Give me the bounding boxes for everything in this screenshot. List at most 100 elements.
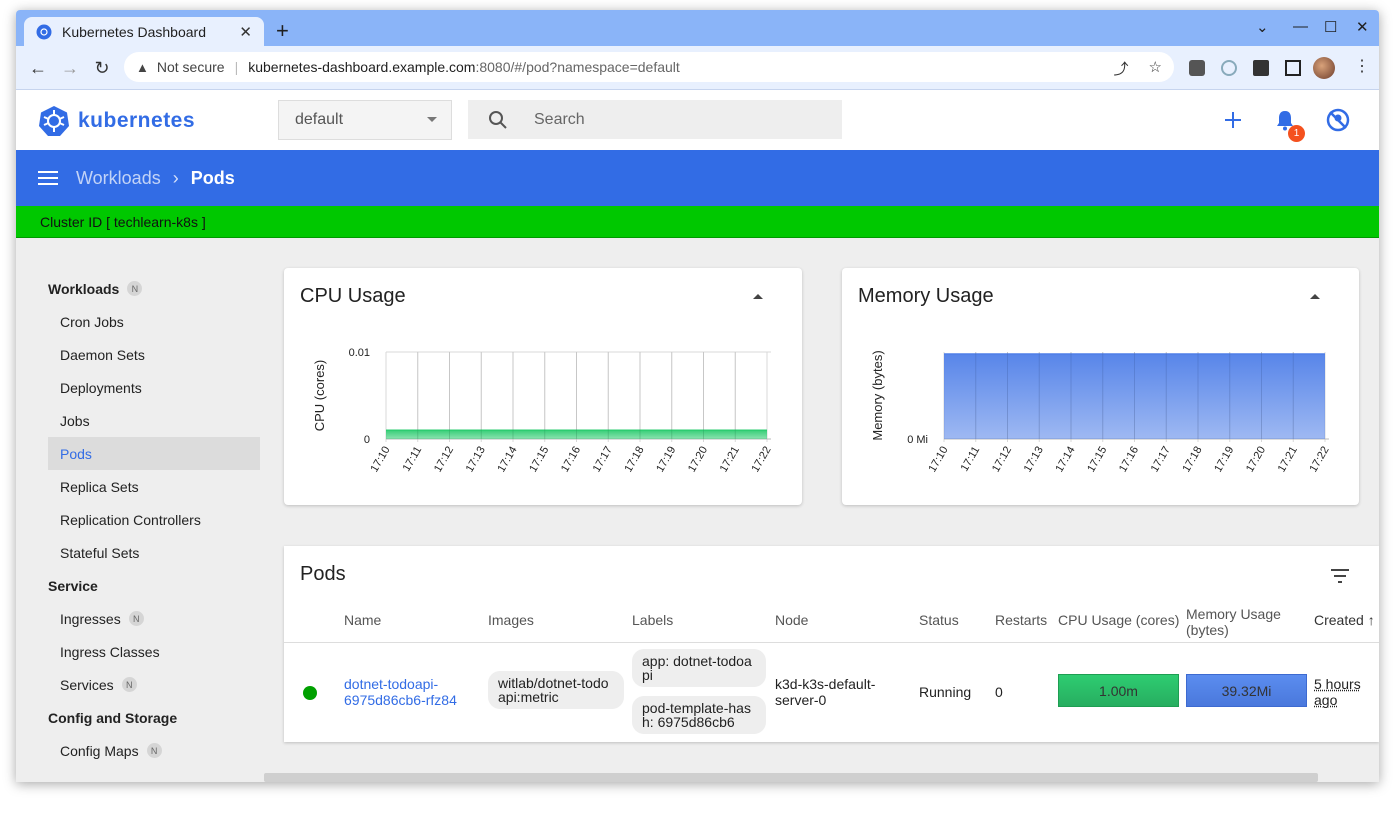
column-header-labels: Labels xyxy=(632,612,674,628)
column-header-memory-usage[interactable]: Memory Usage (bytes) xyxy=(1186,606,1281,638)
created-cell: 5 hours ago xyxy=(1314,676,1361,708)
tab-close-icon[interactable]: ✕ xyxy=(239,23,252,41)
column-header-created[interactable]: Created ↑ xyxy=(1314,612,1375,628)
column-header-restarts[interactable]: Restarts xyxy=(995,612,1047,628)
tab-strip: Kubernetes Dashboard ✕ + ⌄ — ☐ ✕ xyxy=(16,10,1379,46)
reload-icon[interactable]: ↻ xyxy=(92,58,112,79)
sidebar-item-stateful-sets[interactable]: Stateful Sets xyxy=(48,536,260,569)
warning-icon[interactable]: ▲ xyxy=(136,60,149,75)
sidebar-item-services[interactable]: Services N xyxy=(48,668,260,701)
node-cell: k3d-k3s-default- server-0 xyxy=(775,676,875,708)
tab-search-icon[interactable]: ⌄ xyxy=(1256,18,1269,36)
sidebar-item-replica-sets[interactable]: Replica Sets xyxy=(48,470,260,503)
bookmark-star-icon[interactable]: ☆ xyxy=(1149,58,1162,79)
x-tick-label: 17:13 xyxy=(464,445,488,475)
omnibox-separator: | xyxy=(234,59,239,75)
namespace-select[interactable]: default xyxy=(278,100,452,140)
page-title: Pods xyxy=(190,167,235,188)
x-tick-label: 17:10 xyxy=(926,445,950,475)
forward-icon[interactable]: → xyxy=(60,58,80,79)
label-app-line2: pi xyxy=(642,667,653,683)
sidebar-item-label: Ingress Classes xyxy=(60,643,160,660)
collapse-caret-icon[interactable] xyxy=(1310,294,1320,299)
x-tick-label: 17:22 xyxy=(1307,445,1331,475)
sidebar-item-replication-controllers[interactable]: Replication Controllers xyxy=(48,503,260,536)
x-tick-label: 17:21 xyxy=(718,445,742,475)
close-window-icon[interactable]: ✕ xyxy=(1356,18,1369,36)
x-tick-label: 17:19 xyxy=(1212,445,1236,475)
x-tick-label: 17:12 xyxy=(990,445,1014,475)
logo-text: kubernetes xyxy=(78,109,196,132)
column-header-status[interactable]: Status xyxy=(919,612,959,628)
side-panel-icon[interactable] xyxy=(1285,60,1301,76)
search-input[interactable]: Search xyxy=(468,100,842,139)
sidebar-item-label: Services xyxy=(60,676,114,693)
maximize-icon[interactable]: ☐ xyxy=(1324,18,1337,36)
create-plus-icon[interactable] xyxy=(1224,111,1242,129)
y-tick-label: 0.01 xyxy=(349,347,370,359)
browser-window: Kubernetes Dashboard ✕ + ⌄ — ☐ ✕ ← → ↻ ▲… xyxy=(16,10,1379,782)
back-icon[interactable]: ← xyxy=(28,58,48,79)
search-icon xyxy=(489,110,507,129)
label-app-line1: app: dotnet-todoa xyxy=(642,653,752,669)
sidebar-item-jobs[interactable]: Jobs xyxy=(48,404,260,437)
sidebar-group-config-storage[interactable]: Config and Storage xyxy=(48,701,268,734)
memory-usage-chart: Memory (bytes) 0 Mi17:10 17:11 17:12 17:13 17… xyxy=(870,350,1332,475)
chevron-down-icon xyxy=(427,117,437,122)
cpu-usage-chart: CPU (cores) 0 0.01 17:10 17:11 17:12 17:13 17:1… xyxy=(312,347,774,475)
account-logged-out-icon[interactable] xyxy=(1326,108,1350,132)
created-line2: ago xyxy=(1314,692,1338,708)
sidebar-item-cron-jobs[interactable]: Cron Jobs xyxy=(48,305,260,338)
profile-avatar[interactable] xyxy=(1313,57,1335,79)
column-header-name[interactable]: Name xyxy=(344,612,381,628)
sidebar-item-config-maps[interactable]: Config Maps N xyxy=(48,734,260,767)
image-chip: witlab/dotnet-todo api:metric xyxy=(488,671,624,709)
column-header-node[interactable]: Node xyxy=(775,612,808,628)
extension-chat-icon[interactable] xyxy=(1189,60,1205,76)
share-icon[interactable]: ⤴ xyxy=(1114,58,1129,79)
sidebar-item-ingresses[interactable]: Ingresses N xyxy=(48,602,260,635)
y-tick-label: 0 Mi xyxy=(907,434,928,446)
horizontal-scrollbar[interactable] xyxy=(264,773,1318,782)
hamburger-menu-icon[interactable] xyxy=(38,167,58,189)
sidebar-item-daemon-sets[interactable]: Daemon Sets xyxy=(48,338,260,371)
x-tick-label: 17:21 xyxy=(1276,445,1300,475)
x-tick-label: 17:17 xyxy=(1149,445,1173,475)
breadcrumb-workloads[interactable]: Workloads xyxy=(76,168,161,189)
new-badge: N xyxy=(146,743,162,758)
main-content: Workloads N Cron Jobs Daemon Sets Deploy… xyxy=(16,238,1379,782)
namespace-value: default xyxy=(295,111,344,128)
browser-menu-icon[interactable]: ⋮ xyxy=(1354,56,1370,76)
new-badge: N xyxy=(127,281,143,296)
status-running-icon xyxy=(303,686,317,700)
collapse-caret-icon[interactable] xyxy=(753,294,763,299)
column-header-cpu-usage[interactable]: CPU Usage (cores) xyxy=(1058,612,1179,628)
extension-react-icon[interactable] xyxy=(1221,60,1237,76)
browser-tab[interactable]: Kubernetes Dashboard ✕ xyxy=(24,17,264,46)
extensions-puzzle-icon[interactable] xyxy=(1253,60,1269,76)
filter-icon[interactable] xyxy=(1331,569,1349,583)
sidebar-item-ingress-classes[interactable]: Ingress Classes xyxy=(48,635,260,668)
x-tick-label: 17:19 xyxy=(654,445,678,475)
sidebar-item-label: Ingresses xyxy=(60,610,121,627)
minimize-icon[interactable]: — xyxy=(1293,18,1308,35)
sidebar-group-service[interactable]: Service xyxy=(48,569,268,602)
pod-name-line2: 6975d86cb6-rfz84 xyxy=(344,692,457,708)
new-tab-button[interactable]: + xyxy=(276,19,289,43)
tab-title: Kubernetes Dashboard xyxy=(62,23,206,40)
sidebar-group-workloads[interactable]: Workloads N xyxy=(48,272,268,305)
x-tick-label: 17:20 xyxy=(686,445,710,475)
sidebar-item-deployments[interactable]: Deployments xyxy=(48,371,260,404)
omnibox[interactable]: ▲ Not secure | kubernetes-dashboard.exam… xyxy=(124,52,1174,82)
x-tick-label: 17:12 xyxy=(432,445,456,475)
pod-name-link[interactable]: dotnet-todoapi- 6975d86cb6-rfz84 xyxy=(344,676,457,708)
not-secure-label[interactable]: Not secure xyxy=(157,59,225,75)
label-chip-app: app: dotnet-todoa pi xyxy=(632,649,766,687)
x-tick-label: 17:16 xyxy=(1117,445,1141,475)
kubernetes-logo[interactable]: kubernetes xyxy=(38,105,195,137)
sidebar-item-pods[interactable]: Pods xyxy=(48,437,260,470)
x-tick-label: 17:20 xyxy=(1244,445,1268,475)
new-badge: N xyxy=(128,611,144,626)
breadcrumb-toolbar: Workloads › Pods xyxy=(16,150,1379,206)
sort-arrow-up-icon: ↑ xyxy=(1367,612,1375,628)
